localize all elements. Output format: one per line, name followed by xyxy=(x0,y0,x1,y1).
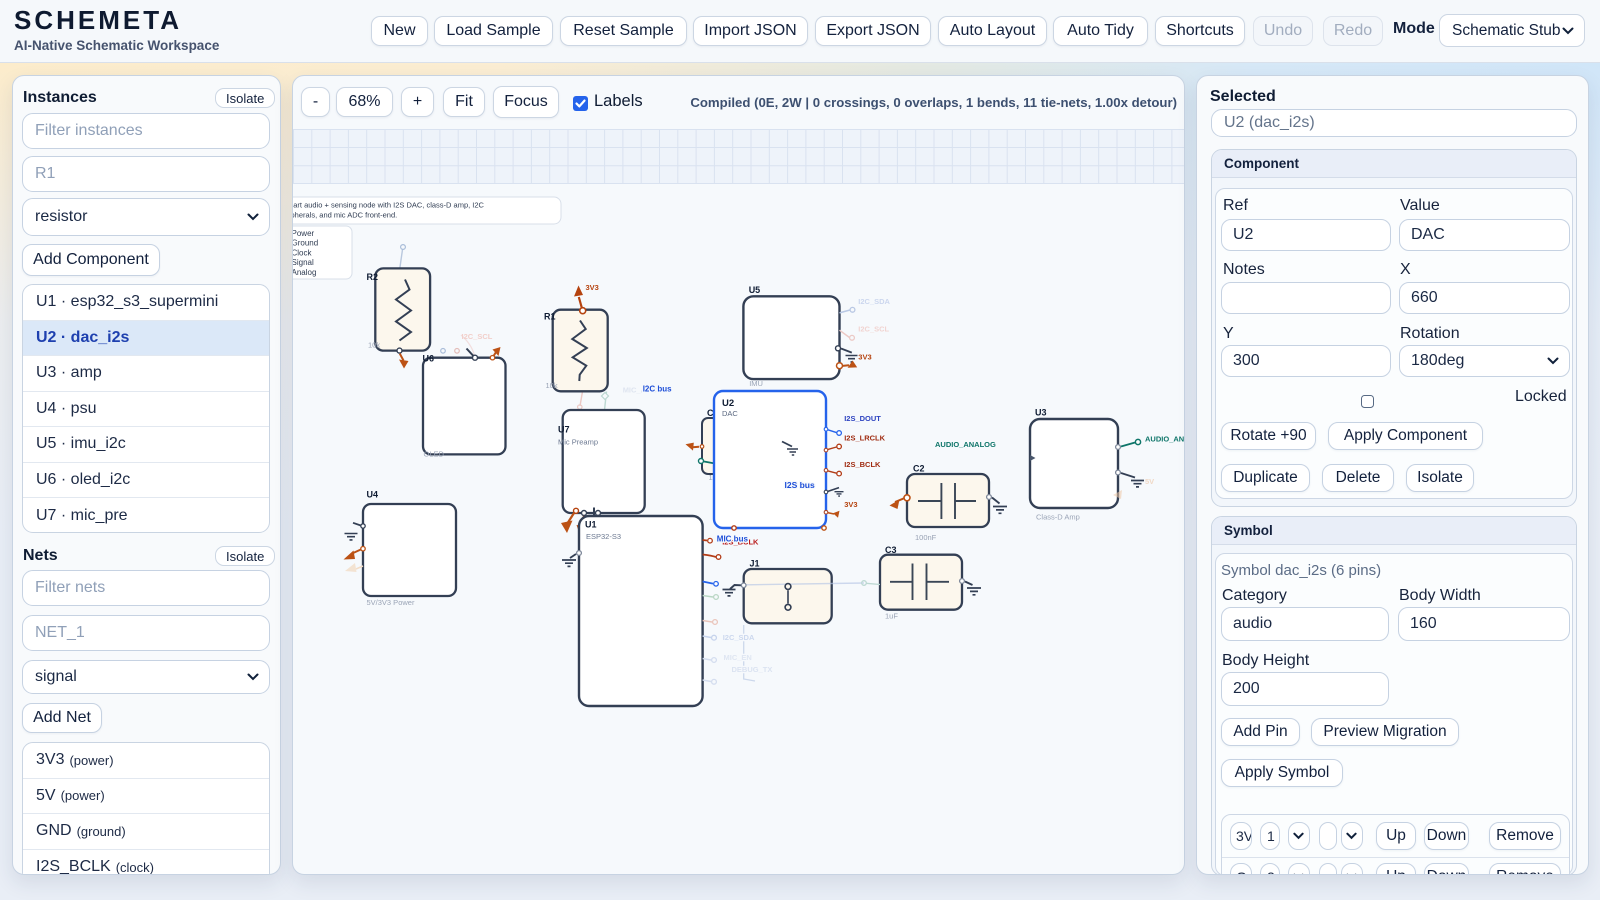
svg-text:IMU: IMU xyxy=(749,379,763,388)
svg-text:R1: R1 xyxy=(544,312,556,322)
svg-text:Smart audio + sensing node wit: Smart audio + sensing node with I2S DAC,… xyxy=(293,201,485,210)
svg-text:AUDIO_ANALOG: AUDIO_ANALOG xyxy=(935,440,996,449)
svg-text:Class-D Amp: Class-D Amp xyxy=(1036,513,1080,522)
svg-text:3V3: 3V3 xyxy=(844,500,857,509)
svg-text:MIC bus: MIC bus xyxy=(717,535,749,544)
svg-text:U2: U2 xyxy=(722,398,734,409)
svg-text:DEBUG_TX: DEBUG_TX xyxy=(732,665,773,674)
svg-text:Ground: Ground xyxy=(293,239,318,248)
svg-text:3V3: 3V3 xyxy=(586,283,599,292)
svg-text:J1: J1 xyxy=(750,559,760,569)
svg-text:R2: R2 xyxy=(367,272,379,282)
svg-text:C3: C3 xyxy=(885,545,897,555)
svg-text:OLED: OLED xyxy=(424,450,445,459)
svg-text:100nF: 100nF xyxy=(915,533,937,542)
svg-text:I2C bus: I2C bus xyxy=(643,384,672,393)
svg-text:Signal: Signal xyxy=(293,258,314,267)
svg-text:5V: 5V xyxy=(1145,477,1154,486)
svg-text:1uF: 1uF xyxy=(885,612,898,621)
svg-text:5V/3V3 Power: 5V/3V3 Power xyxy=(367,598,415,607)
svg-text:AUDIO_ANALOG: AUDIO_ANALOG xyxy=(1145,435,1185,444)
svg-text:I2S_DOUT: I2S_DOUT xyxy=(844,414,881,423)
svg-text:ESP32-S3: ESP32-S3 xyxy=(586,532,621,541)
svg-text:peripherals, and mic ADC front: peripherals, and mic ADC front-end. xyxy=(293,211,397,220)
svg-text:U5: U5 xyxy=(749,285,761,295)
svg-text:Mic Preamp: Mic Preamp xyxy=(558,438,598,447)
svg-text:I2S bus: I2S bus xyxy=(785,480,816,490)
svg-text:I2C_SDA: I2C_SDA xyxy=(858,297,890,306)
svg-text:Power: Power xyxy=(293,229,315,238)
svg-text:C2: C2 xyxy=(913,464,925,474)
svg-text:U7: U7 xyxy=(558,425,570,435)
svg-text:Analog: Analog xyxy=(293,268,316,277)
svg-text:10k: 10k xyxy=(546,381,558,390)
svg-text:I2C_SCL: I2C_SCL xyxy=(858,325,889,334)
svg-text:DAC: DAC xyxy=(722,409,738,418)
svg-text:U1: U1 xyxy=(585,520,597,530)
svg-text:MIC_EN: MIC_EN xyxy=(724,653,752,662)
svg-text:10k: 10k xyxy=(368,341,380,350)
svg-text:I2S_BCLK: I2S_BCLK xyxy=(844,460,881,469)
svg-text:U6: U6 xyxy=(423,354,435,364)
svg-text:U3: U3 xyxy=(1035,408,1047,418)
svg-text:Clock: Clock xyxy=(293,248,313,257)
svg-text:I2C_SCL: I2C_SCL xyxy=(462,332,493,341)
svg-text:U4: U4 xyxy=(367,490,379,500)
svg-text:3V3: 3V3 xyxy=(858,353,871,362)
svg-text:I2C_SDA: I2C_SDA xyxy=(723,633,755,642)
svg-text:I2S_LRCLK: I2S_LRCLK xyxy=(844,433,885,442)
